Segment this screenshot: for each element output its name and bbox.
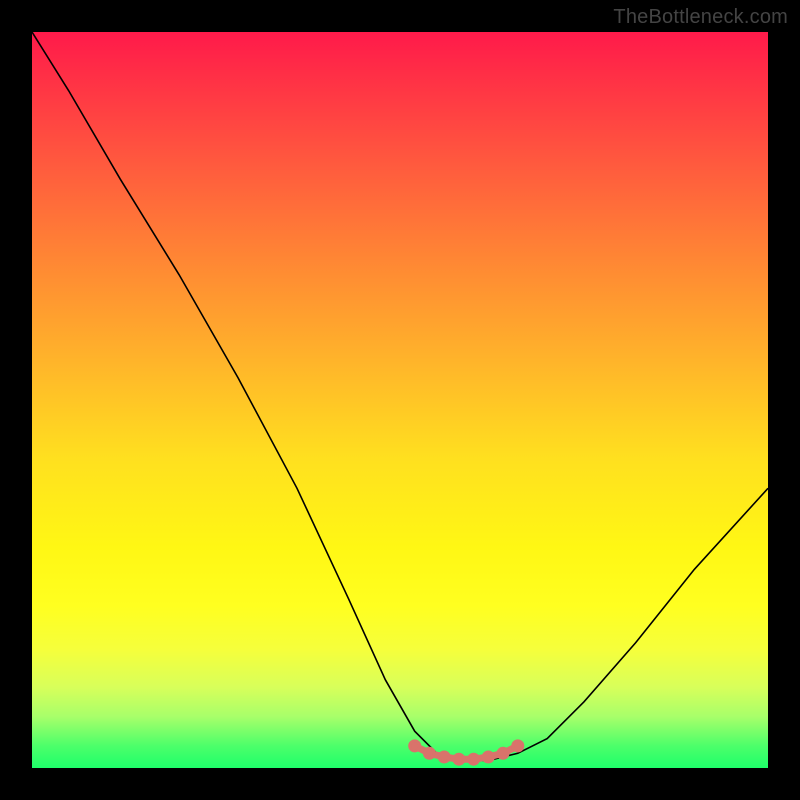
chart-plot-area [32, 32, 768, 768]
optimal-range-markers [410, 741, 523, 764]
marker-dot [439, 752, 449, 762]
marker-dot [483, 752, 493, 762]
chart-overlay [32, 32, 768, 768]
marker-dot [424, 748, 434, 758]
marker-dot [498, 748, 508, 758]
marker-dot [410, 741, 420, 751]
watermark-text: TheBottleneck.com [613, 6, 788, 29]
marker-dot [469, 754, 479, 764]
marker-dot [454, 754, 464, 764]
bottleneck-curve [32, 32, 768, 761]
marker-dot [513, 741, 523, 751]
